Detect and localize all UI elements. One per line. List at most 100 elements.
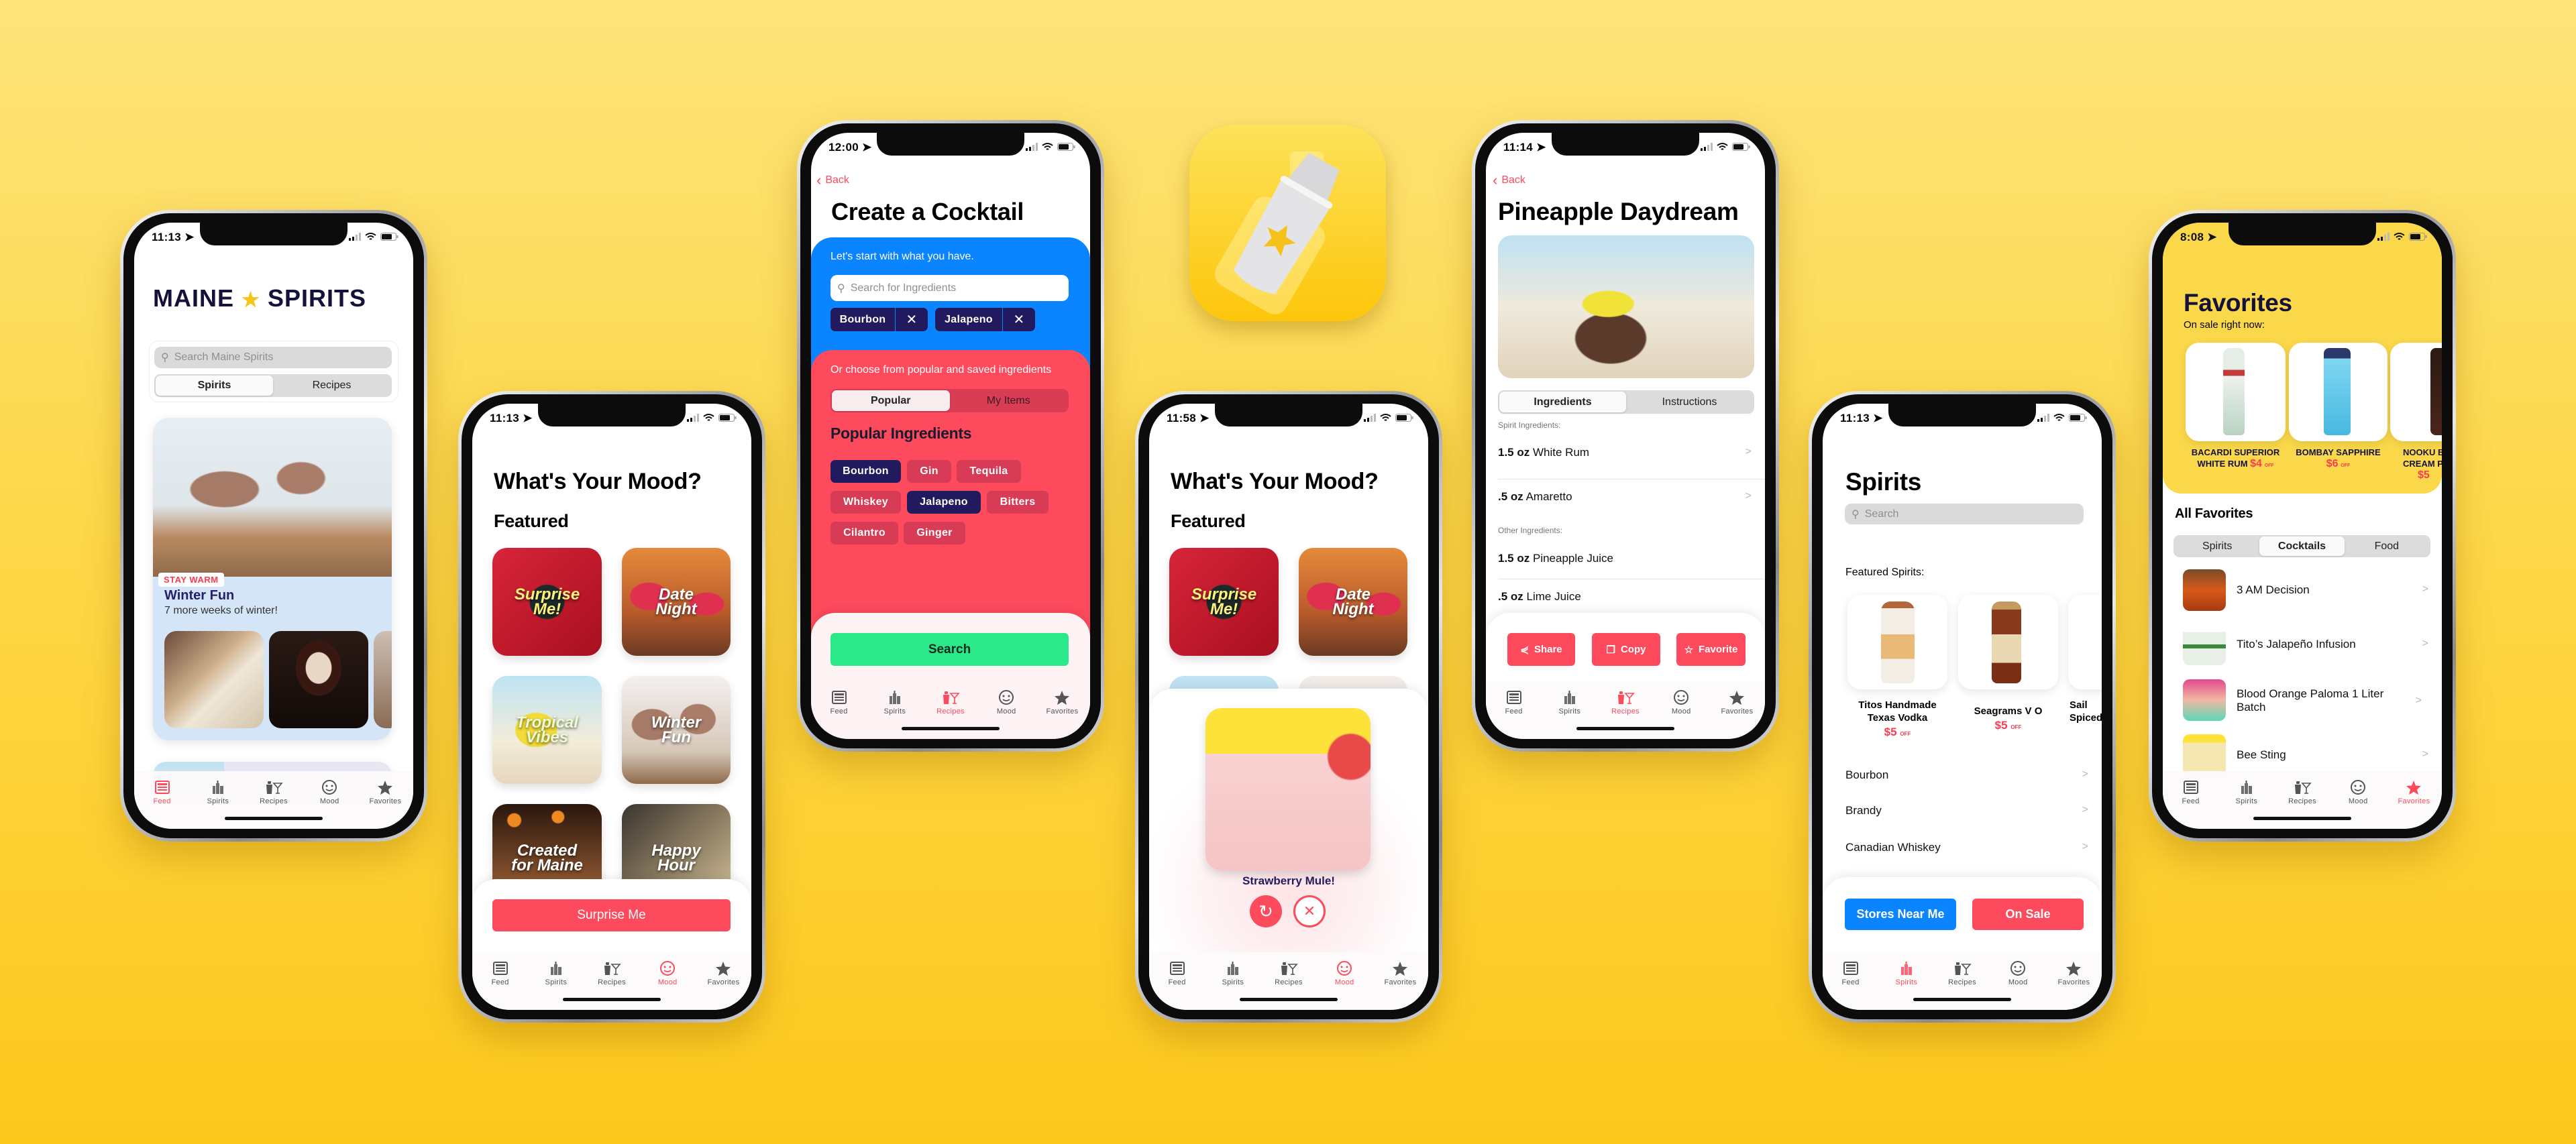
segment-spirits[interactable]: Spirits (2175, 536, 2259, 556)
chip-bourbon[interactable]: Bourbon (830, 460, 901, 483)
chip-tequila[interactable]: Tequila (957, 460, 1021, 483)
favorite-row[interactable]: Blood Orange Paloma 1 Liter Batch > (2237, 687, 2422, 714)
sale-item-card[interactable] (2390, 343, 2442, 441)
tab-mood[interactable]: Mood (1317, 952, 1373, 1010)
chip-whiskey[interactable]: Whiskey (830, 491, 901, 514)
tab-feed[interactable]: Feed (811, 681, 867, 739)
tab-mood[interactable]: Mood (2330, 771, 2386, 829)
segment-my-items[interactable]: My Items (950, 390, 1068, 411)
feed-card-winter-fun[interactable]: STAY WARM Winter Fun 7 more weeks of win… (153, 418, 392, 740)
tab-mood[interactable]: Mood (302, 771, 358, 829)
back-button[interactable]: ‹ Back (1493, 173, 1525, 188)
tile-surprise-me[interactable]: Surprise Me! (1169, 548, 1279, 656)
favorite-button[interactable]: ☆ Favorite (1676, 633, 1746, 666)
ingredient-search-input[interactable]: ⚲ Search for Ingredients (830, 275, 1069, 301)
search-input[interactable]: ⚲ Search Maine Spirits (154, 347, 392, 368)
stores-near-me-button[interactable]: Stores Near Me (1845, 899, 1956, 930)
thumbnail-eggnog[interactable] (164, 631, 264, 728)
tab-mood[interactable]: Mood (979, 681, 1034, 739)
tab-feed[interactable]: Feed (1486, 681, 1542, 739)
chip-cilantro[interactable]: Cilantro (830, 522, 898, 545)
thumbnail-partial[interactable] (374, 631, 392, 728)
ingredient-amount: .5 oz (1498, 590, 1523, 603)
segment-ingredients[interactable]: Ingredients (1499, 392, 1626, 412)
remove-x-icon[interactable]: ✕ (1003, 311, 1035, 328)
tab-recipes[interactable]: Recipes (1934, 952, 1990, 1010)
favorite-row[interactable]: Tito’s Jalapeño Infusion > (2237, 638, 2442, 651)
retry-button[interactable]: ↻ (1250, 895, 1282, 927)
tab-favorites[interactable]: Favorites (2386, 771, 2442, 829)
favorite-row[interactable]: Bee Sting > (2237, 748, 2442, 762)
on-sale-button[interactable]: On Sale (1972, 899, 2084, 930)
tab-recipes[interactable]: Recipes (246, 771, 301, 829)
tab-favorites[interactable]: Favorites (358, 771, 413, 829)
tab-feed[interactable]: Feed (1823, 952, 1878, 1010)
featured-spirit-card[interactable] (2068, 595, 2102, 689)
tab-spirits[interactable]: Spirits (1542, 681, 1597, 739)
tab-recipes[interactable]: Recipes (2274, 771, 2330, 829)
battery-icon (2409, 233, 2427, 241)
tab-mood[interactable]: Mood (640, 952, 696, 1010)
segment-spirits[interactable]: Spirits (156, 376, 273, 396)
tab-recipes[interactable]: Recipes (584, 952, 639, 1010)
remove-x-icon[interactable]: ✕ (896, 311, 928, 328)
tab-favorites[interactable]: Favorites (1373, 952, 1428, 1010)
tab-recipes[interactable]: Recipes (1597, 681, 1653, 739)
segment-recipes[interactable]: Recipes (273, 376, 390, 396)
tab-spirits[interactable]: Spirits (1878, 952, 1934, 1010)
thumbnail-espresso-martini[interactable] (269, 631, 368, 728)
tab-feed[interactable]: Feed (1149, 952, 1205, 1010)
category-row-canadian-whiskey[interactable]: Canadian Whiskey > (1845, 841, 2102, 854)
search-button[interactable]: Search (830, 633, 1069, 666)
dismiss-button[interactable]: ✕ (1293, 895, 1326, 927)
tab-favorites[interactable]: Favorites (1034, 681, 1090, 739)
tab-mood[interactable]: Mood (1990, 952, 2046, 1010)
search-input[interactable]: ⚲ Search (1845, 504, 2084, 524)
tab-feed[interactable]: Feed (134, 771, 190, 829)
segment-cocktails[interactable]: Cocktails (2259, 536, 2345, 556)
share-button[interactable]: ⋞ Share (1507, 633, 1575, 666)
surprise-me-button[interactable]: Surprise Me (492, 899, 731, 931)
sale-item-card[interactable] (2289, 343, 2387, 441)
tab-feed[interactable]: Feed (2163, 771, 2218, 829)
tile-tropical-vibes[interactable]: Tropical Vibes (492, 676, 602, 784)
tab-recipes[interactable]: Recipes (922, 681, 978, 739)
tab-spirits[interactable]: Spirits (528, 952, 584, 1010)
tab-favorites[interactable]: Favorites (1709, 681, 1765, 739)
selected-chip-jalapeno[interactable]: Jalapeno ✕ (935, 308, 1035, 331)
tab-spirits[interactable]: Spirits (190, 771, 246, 829)
tab-mood[interactable]: Mood (1654, 681, 1709, 739)
tab-favorites[interactable]: Favorites (2046, 952, 2102, 1010)
tile-winter-fun[interactable]: Winter Fun (622, 676, 731, 784)
sale-item-card[interactable] (2186, 343, 2286, 441)
featured-spirit-card[interactable] (1958, 595, 2058, 689)
tab-feed[interactable]: Feed (472, 952, 528, 1010)
favorite-row[interactable]: 3 AM Decision > (2237, 583, 2442, 597)
segment-popular[interactable]: Popular (832, 390, 950, 411)
seagrams-bottle-image (1992, 602, 2021, 683)
tile-date-night[interactable]: Date Night (1299, 548, 1407, 656)
segment-instructions[interactable]: Instructions (1626, 392, 1753, 412)
status-bar: 8:08 ➤ (2163, 231, 2442, 247)
chip-bitters[interactable]: Bitters (987, 491, 1049, 514)
copy-button[interactable]: ❐ Copy (1592, 633, 1660, 666)
chip-ginger[interactable]: Ginger (904, 522, 965, 545)
tile-surprise-me[interactable]: Surprise Me! (492, 548, 602, 656)
tile-date-night[interactable]: Date Night (622, 548, 731, 656)
tab-spirits[interactable]: Spirits (867, 681, 922, 739)
tab-recipes[interactable]: Recipes (1260, 952, 1316, 1010)
tab-favorites[interactable]: Favorites (696, 952, 751, 1010)
tab-spirits[interactable]: Spirits (2218, 771, 2274, 829)
category-row-bourbon[interactable]: Bourbon > (1845, 768, 2102, 782)
selected-chip-bourbon[interactable]: Bourbon ✕ (830, 308, 928, 331)
category-row-brandy[interactable]: Brandy > (1845, 804, 2102, 817)
back-button[interactable]: ‹ Back (816, 173, 849, 188)
segment-food[interactable]: Food (2345, 536, 2429, 556)
chip-gin[interactable]: Gin (907, 460, 951, 483)
ingredient-row[interactable]: .5 oz Amaretto > (1498, 490, 1765, 504)
tab-spirits[interactable]: Spirits (1205, 952, 1260, 1010)
chip-jalapeno[interactable]: Jalapeno (907, 491, 981, 514)
featured-spirit-card[interactable] (1847, 595, 1947, 689)
ingredient-row[interactable]: 1.5 oz White Rum > (1498, 446, 1765, 459)
tab-label: Mood (996, 707, 1016, 716)
